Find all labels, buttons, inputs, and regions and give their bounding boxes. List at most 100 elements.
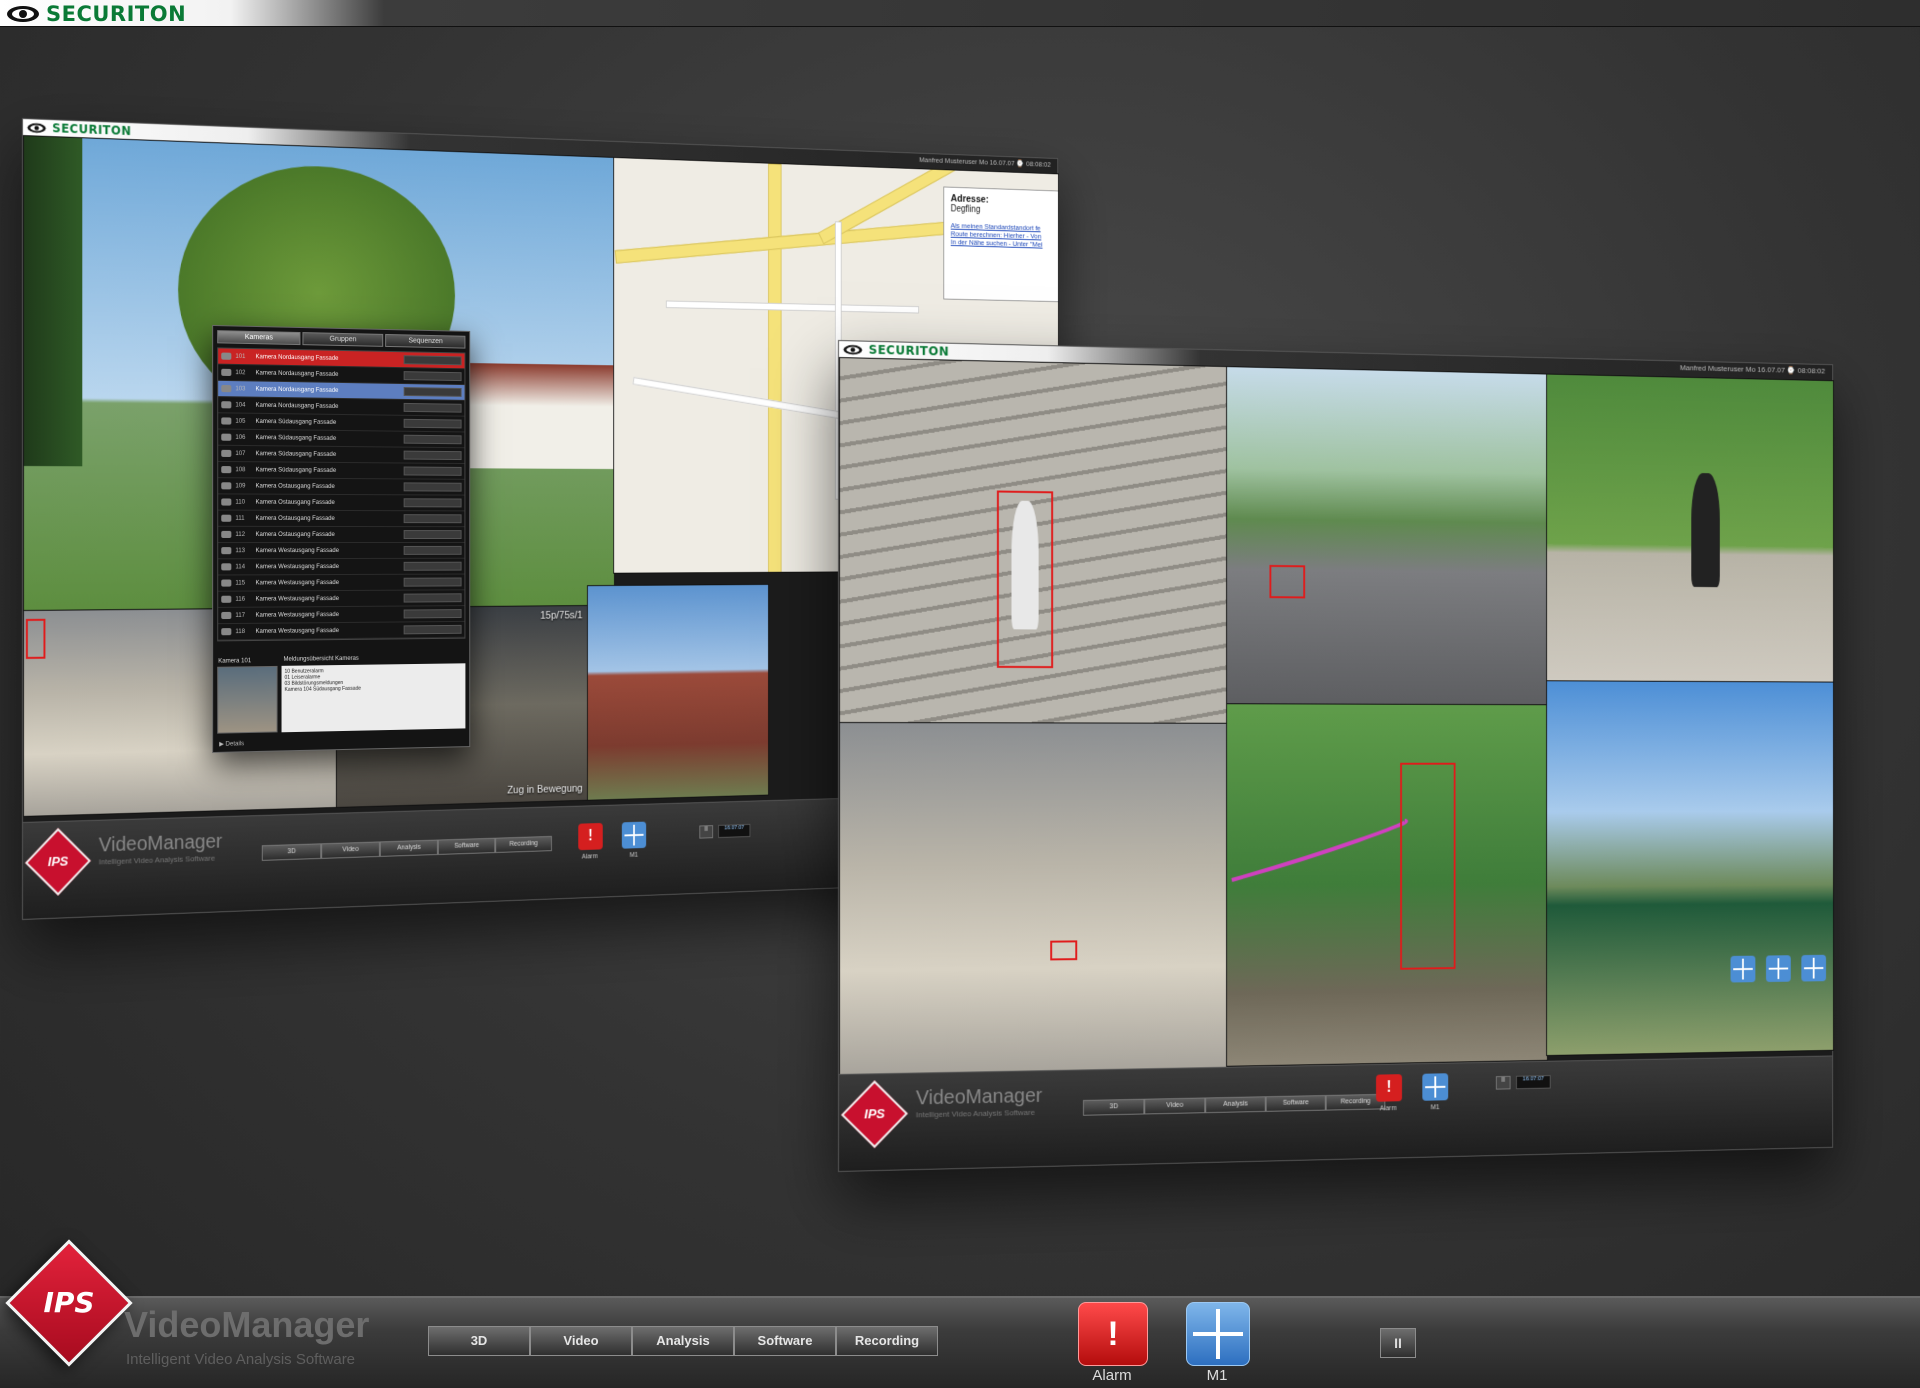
camera-view-railway[interactable] xyxy=(1226,703,1548,1067)
camera-number: 105 xyxy=(235,418,246,425)
camera-name: Kamera Westausgang Fassade xyxy=(255,547,339,554)
menu-video[interactable]: Video xyxy=(1144,1097,1206,1115)
pause-button[interactable]: II xyxy=(1495,1075,1511,1090)
camera-list-row[interactable]: 111 Kamera Ostausgang Fassade xyxy=(218,510,465,528)
menu-software[interactable]: Software xyxy=(734,1326,836,1356)
camera-thumbnail[interactable]: Kamera 101 xyxy=(217,658,278,734)
quad-view-button[interactable] xyxy=(1730,955,1756,983)
m1-button[interactable] xyxy=(1186,1302,1250,1366)
inner-menu: 3D Video Analysis Software Recording xyxy=(1082,1093,1386,1116)
menu-analysis[interactable]: Analysis xyxy=(632,1326,734,1356)
camera-status-bar xyxy=(403,624,462,635)
alarm-button[interactable]: ! xyxy=(1376,1074,1403,1102)
menu-video[interactable]: Video xyxy=(530,1326,632,1356)
camera-icon xyxy=(221,611,232,620)
camera-number: 113 xyxy=(235,547,246,554)
camera-status-bar xyxy=(403,593,462,603)
camera-icon xyxy=(221,628,232,636)
camera-status-bar xyxy=(403,577,462,587)
camera-number: 103 xyxy=(235,385,246,392)
tab-sequenzen[interactable]: Sequenzen xyxy=(385,333,466,349)
camera-icon xyxy=(221,595,232,603)
camera-number: 110 xyxy=(235,499,246,506)
camera-number: 101 xyxy=(235,353,246,360)
menu-software[interactable]: Software xyxy=(437,837,496,855)
detection-box xyxy=(1400,762,1456,970)
camera-view-station[interactable] xyxy=(838,722,1228,1078)
menu-software[interactable]: Software xyxy=(1265,1095,1326,1112)
m1-button[interactable] xyxy=(1422,1073,1449,1101)
camera-list-row[interactable]: 108 Kamera Südausgang Fassade xyxy=(218,461,465,480)
camera-status-bar xyxy=(403,387,462,397)
camera-view-mountain[interactable] xyxy=(1546,680,1834,1057)
alarm-button[interactable]: ! xyxy=(578,822,603,851)
camera-view-fence[interactable] xyxy=(1546,373,1834,684)
motion-trail xyxy=(1227,704,1547,1066)
detection-box xyxy=(25,618,46,659)
camera-number: 107 xyxy=(235,450,246,457)
pause-button[interactable]: II xyxy=(1380,1328,1416,1358)
camera-icon xyxy=(221,401,232,409)
menu-recording[interactable]: Recording xyxy=(836,1326,938,1356)
camera-number: 102 xyxy=(235,369,246,376)
ips-logo: IPS xyxy=(841,1080,908,1149)
camera-list-row[interactable]: 113 Kamera Westausgang Fassade xyxy=(218,542,465,560)
camera-overlay-text: Zug in Bewegung xyxy=(507,782,583,797)
m1-button[interactable] xyxy=(621,821,647,849)
tab-gruppen[interactable]: Gruppen xyxy=(302,332,384,347)
camera-icon xyxy=(221,449,232,458)
camera-number: 111 xyxy=(235,515,245,522)
camera-list-row[interactable]: 110 Kamera Ostausgang Fassade xyxy=(218,494,465,512)
camera-list-row[interactable]: 114 Kamera Westausgang Fassade xyxy=(218,558,465,576)
inner-bottom-bar: IPS VideoManager Intelligent Video Analys… xyxy=(838,1055,1833,1171)
top-brand-bar: SECURITON xyxy=(0,0,1920,27)
menu-3d[interactable]: 3D xyxy=(1082,1098,1145,1116)
camera-list-row[interactable]: 116 Kamera Westausgang Fassade xyxy=(218,590,465,608)
camera-icon xyxy=(221,547,232,555)
camera-status-bar xyxy=(403,482,462,492)
quad-view-button[interactable] xyxy=(1766,955,1791,983)
map-address-popup: Adresse: Degfling Als meinen Standardsta… xyxy=(943,186,1059,303)
menu-3d[interactable]: 3D xyxy=(261,843,322,861)
camera-name: Kamera Nordausgang Fassade xyxy=(255,369,339,378)
camera-view-stairs[interactable] xyxy=(838,357,1228,725)
camera-name: Kamera Ostausgang Fassade xyxy=(255,482,335,490)
user-datetime: Manfred Musteruser Mo 16.07.07 ⌚ 08:08:0… xyxy=(1679,363,1826,376)
alarm-button[interactable]: ! xyxy=(1078,1302,1148,1366)
menu-recording[interactable]: Recording xyxy=(495,835,552,853)
quad-view-button[interactable] xyxy=(1801,954,1827,982)
camera-name: Kamera Ostausgang Fassade xyxy=(255,531,335,538)
menu-video[interactable]: Video xyxy=(321,841,380,859)
camera-view-highway[interactable] xyxy=(1226,366,1548,707)
camera-name: Kamera Nordausgang Fassade xyxy=(255,353,339,362)
camera-name: Kamera Westausgang Fassade xyxy=(255,595,339,603)
camera-status-bar xyxy=(403,545,462,555)
camera-number: 112 xyxy=(235,531,246,538)
user-datetime: Manfred Musteruser Mo 16.07.07 ⌚ 08:08:0… xyxy=(919,155,1051,169)
m1-label: M1 xyxy=(1206,1367,1228,1384)
camera-number: 104 xyxy=(235,401,246,409)
camera-list-row[interactable]: 112 Kamera Ostausgang Fassade xyxy=(218,526,465,544)
camera-icon xyxy=(221,563,232,571)
camera-name: Kamera Nordausgang Fassade xyxy=(255,402,339,410)
camera-list-row[interactable]: 109 Kamera Ostausgang Fassade xyxy=(218,478,465,496)
camera-view-building[interactable] xyxy=(587,583,769,801)
securiton-logo: SECURITON xyxy=(6,2,186,26)
camera-icon xyxy=(221,352,232,360)
camera-number: 114 xyxy=(235,563,246,570)
menu-3d[interactable]: 3D xyxy=(428,1326,530,1356)
camera-status-bar xyxy=(403,418,462,429)
camera-list-row[interactable]: 115 Kamera Westausgang Fassade xyxy=(218,574,465,592)
pause-button[interactable]: II xyxy=(699,825,714,839)
details-link[interactable]: ▶ Details xyxy=(219,740,244,748)
menu-analysis[interactable]: Analysis xyxy=(379,839,438,857)
menu-analysis[interactable]: Analysis xyxy=(1205,1096,1266,1114)
panel-bottom: Kamera 101 Meldungsübersicht Kameras 10 … xyxy=(217,656,466,734)
camera-icon xyxy=(221,530,232,538)
camera-list-row[interactable]: 118 Kamera Westausgang Fassade xyxy=(218,621,465,641)
camera-icon xyxy=(221,498,232,506)
camera-icon xyxy=(221,433,232,441)
camera-status-bar xyxy=(403,434,462,445)
m1-label: M1 xyxy=(629,851,639,859)
tab-kameras[interactable]: Kameras xyxy=(217,330,301,346)
